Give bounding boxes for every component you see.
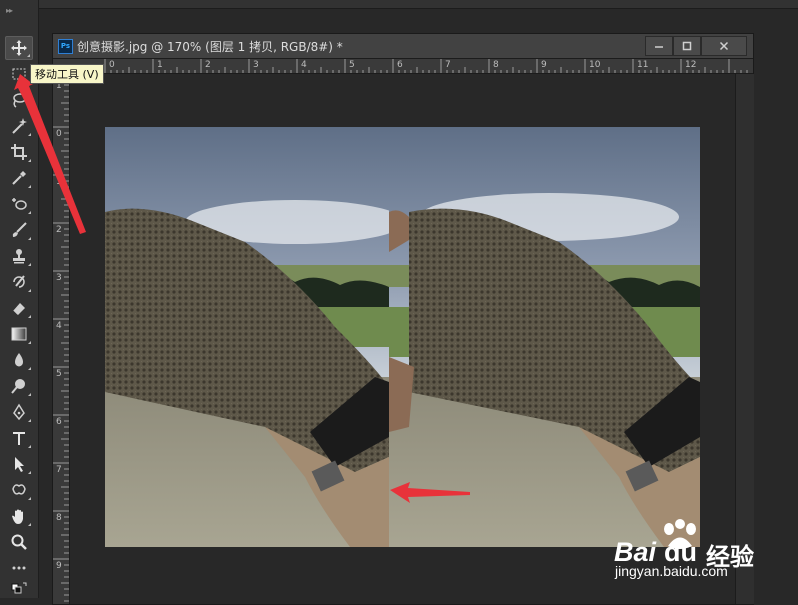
watermark-url: jingyan.baidu.com: [615, 563, 728, 579]
baidu-watermark: Bai du 经验 jingyan.baidu.com: [614, 517, 794, 579]
red-arrow-icon: [390, 482, 470, 503]
annotation-overlay: [14, 74, 470, 503]
red-arrow-icon: [14, 74, 86, 234]
move-tool-tooltip: 移动工具 (V): [30, 64, 104, 84]
